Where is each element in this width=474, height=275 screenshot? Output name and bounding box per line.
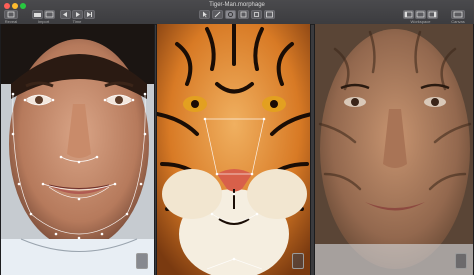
rewind-button[interactable] (60, 10, 71, 19)
rewind-icon (63, 12, 67, 17)
target-image-panel[interactable] (156, 24, 311, 275)
source-image-panel[interactable] (0, 24, 155, 275)
reveal-icon (7, 11, 15, 18)
image-tool[interactable] (264, 10, 275, 19)
image-icon (45, 11, 54, 18)
panel-resize-handle[interactable] (136, 253, 148, 269)
pen-icon (214, 11, 221, 18)
reveal-button[interactable] (4, 10, 18, 19)
workspace-button-a[interactable] (403, 10, 414, 19)
panel-right-icon (428, 11, 437, 18)
workspace-button-c[interactable] (427, 10, 438, 19)
crop-icon (240, 11, 247, 18)
play-icon (76, 12, 80, 17)
pointer-icon (203, 11, 207, 18)
panel-resize-handle[interactable] (455, 253, 467, 269)
panel-center-icon (416, 11, 425, 18)
workspace-button-b[interactable] (415, 10, 426, 19)
square-icon (254, 12, 259, 17)
node-tool[interactable] (225, 10, 236, 19)
pen-tool[interactable] (212, 10, 223, 19)
shape-tool[interactable] (251, 10, 262, 19)
pointer-tool[interactable] (199, 10, 210, 19)
app-window: Tiger-Man.morphage Reveal Import Time Wo… (0, 0, 474, 275)
image-icon (266, 11, 273, 18)
canvas-icon (453, 11, 463, 18)
morph-result-image (315, 24, 473, 275)
import-button-b[interactable] (44, 10, 55, 19)
morph-result-panel[interactable] (314, 24, 474, 275)
human-face-image (1, 24, 154, 275)
node-icon (228, 12, 233, 17)
folder-icon (34, 13, 41, 17)
forward-button[interactable] (84, 10, 95, 19)
play-button[interactable] (72, 10, 83, 19)
toolbar: Tiger-Man.morphage Reveal Import Time Wo… (0, 0, 474, 25)
forward-icon (87, 12, 92, 17)
crop-tool[interactable] (238, 10, 249, 19)
tiger-face-image (157, 24, 310, 275)
import-button-a[interactable] (32, 10, 43, 19)
panel-left-icon (404, 11, 413, 18)
window-title: Tiger-Man.morphage (209, 2, 265, 8)
canvas-button[interactable] (451, 10, 465, 19)
panel-resize-handle[interactable] (292, 253, 304, 269)
